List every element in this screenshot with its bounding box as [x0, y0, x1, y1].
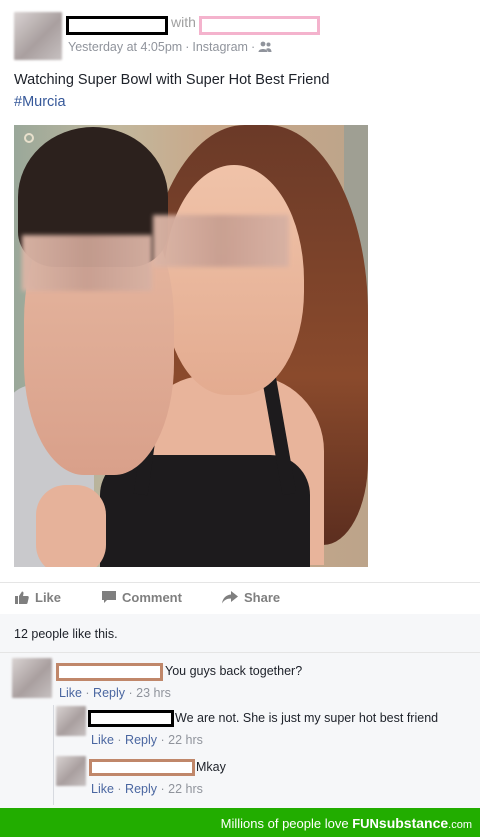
photo-arm [36, 485, 106, 567]
reply-like-link[interactable]: Like [91, 733, 114, 747]
comment-actions: Like · Reply · 23 hrs [59, 686, 171, 700]
reply-name-censor [88, 710, 174, 727]
comment-time[interactable]: 23 hrs [136, 686, 171, 700]
funsubstance-footer-bar: Millions of people love FUNsubstance.com [0, 808, 480, 837]
post-photo[interactable] [14, 125, 368, 567]
share-arrow-icon [222, 591, 238, 607]
comment-reply-link[interactable]: Reply [93, 686, 125, 700]
hashtag-link[interactable]: #Murcia [14, 94, 66, 110]
reply-time[interactable]: 22 hrs [168, 733, 203, 747]
reply-name-censor [89, 759, 195, 776]
thumbs-up-icon [15, 591, 29, 607]
post-source[interactable]: Instagram [192, 40, 248, 54]
instagram-camera-icon [24, 133, 34, 143]
reply-avatar[interactable] [56, 706, 86, 736]
tagged-friend-censor [199, 16, 320, 35]
commenter-name-censor [56, 663, 163, 681]
footer-lead-text: Millions of people love [220, 816, 349, 831]
post-meta: Yesterday at 4:05pm · Instagram · [68, 40, 272, 56]
reply-like-link[interactable]: Like [91, 782, 114, 796]
facebook-post: with Yesterday at 4:05pm · Instagram · Watc… [0, 0, 480, 837]
comment-icon [102, 591, 116, 607]
reply-avatar[interactable] [56, 756, 86, 786]
comment-text: You guys back together? [165, 664, 303, 678]
reply-actions: Like · Reply · 22 hrs [91, 782, 203, 796]
reply-thread-line [53, 705, 54, 805]
footer-brand-tld: .com [448, 819, 472, 831]
post-timestamp[interactable]: Yesterday at 4:05pm [68, 40, 182, 54]
footer-brand-fun: FUN [352, 816, 379, 831]
reply-time[interactable]: 22 hrs [168, 782, 203, 796]
action-bar: Like Comment Share [0, 583, 480, 613]
like-button[interactable]: Like [15, 590, 61, 607]
divider-comments [0, 652, 480, 653]
comment-like-link[interactable]: Like [59, 686, 82, 700]
poster-avatar[interactable] [14, 12, 62, 60]
reply-actions: Like · Reply · 22 hrs [91, 733, 203, 747]
face-blur-right [153, 215, 289, 267]
reply-reply-link[interactable]: Reply [125, 782, 157, 796]
commenter-avatar[interactable] [12, 658, 52, 698]
share-button[interactable]: Share [222, 590, 280, 607]
comment-button[interactable]: Comment [102, 590, 182, 607]
face-blur-left [22, 235, 152, 291]
poster-name-censor [66, 16, 168, 35]
reply-text: Mkay [196, 760, 226, 774]
footer-watermark: Millions of people love FUNsubstance.com [221, 815, 472, 831]
likes-summary[interactable]: 12 people like this. [14, 627, 118, 641]
reply-reply-link[interactable]: Reply [125, 733, 157, 747]
footer-brand-substance: substance [378, 815, 449, 831]
friends-icon[interactable] [258, 41, 272, 56]
status-text: Watching Super Bowl with Super Hot Best … [14, 72, 330, 88]
with-label: with [171, 14, 196, 30]
reply-text: We are not. She is just my super hot bes… [175, 711, 439, 725]
photo-person-right-face [164, 165, 304, 395]
